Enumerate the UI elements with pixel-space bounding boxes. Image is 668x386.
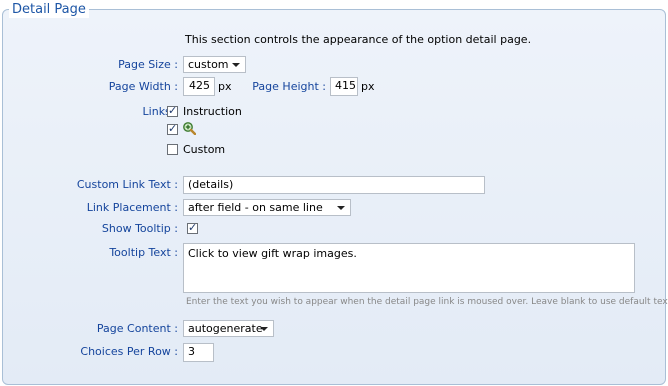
fieldset-legend: Detail Page xyxy=(9,1,89,18)
page-height-input[interactable]: 415 xyxy=(330,77,358,96)
custom-link-text-label: Custom Link Text : xyxy=(76,178,178,191)
tooltip-text-textarea[interactable]: Click to view gift wrap images. xyxy=(183,243,635,293)
magnifier-plus-icon xyxy=(183,122,196,135)
page-size-label: Page Size : xyxy=(118,58,178,71)
page-width-input[interactable]: 425 xyxy=(183,77,215,96)
page-content-select[interactable]: autogenerate xyxy=(183,320,274,337)
page-width-label: Page Width : xyxy=(108,80,178,93)
links-instruction-label: Instruction xyxy=(183,105,242,118)
chevron-down-icon xyxy=(337,206,345,210)
intro-text: This section controls the appearance of … xyxy=(185,33,532,46)
show-tooltip-checkbox[interactable] xyxy=(187,221,198,234)
page-content-value: autogenerate xyxy=(188,322,263,335)
page-size-value: custom xyxy=(188,58,229,71)
tooltip-text-label: Tooltip Text : xyxy=(109,246,178,259)
page-height-label: Page Height : xyxy=(252,80,326,93)
page-size-select[interactable]: custom xyxy=(183,56,246,73)
link-placement-value: after field - on same line xyxy=(188,201,323,214)
page-content-label: Page Content : xyxy=(96,322,178,335)
link-placement-label: Link Placement : xyxy=(86,201,178,214)
links-icon-checkbox[interactable] xyxy=(167,122,178,135)
links-custom-checkbox[interactable] xyxy=(167,144,178,155)
link-placement-select[interactable]: after field - on same line xyxy=(183,199,351,216)
choices-per-row-label: Choices Per Row : xyxy=(80,345,178,358)
chevron-down-icon xyxy=(232,63,240,67)
show-tooltip-label: Show Tooltip : xyxy=(101,222,178,235)
page-width-unit: px xyxy=(218,80,232,93)
links-instruction-checkbox[interactable] xyxy=(167,104,178,117)
chevron-down-icon xyxy=(260,327,268,331)
custom-link-text-input[interactable]: (details) xyxy=(183,176,485,194)
choices-per-row-input[interactable]: 3 xyxy=(183,343,214,362)
links-custom-label: Custom xyxy=(183,143,226,156)
page-height-unit: px xyxy=(361,80,375,93)
tooltip-help-text: Enter the text you wish to appear when t… xyxy=(186,297,668,307)
